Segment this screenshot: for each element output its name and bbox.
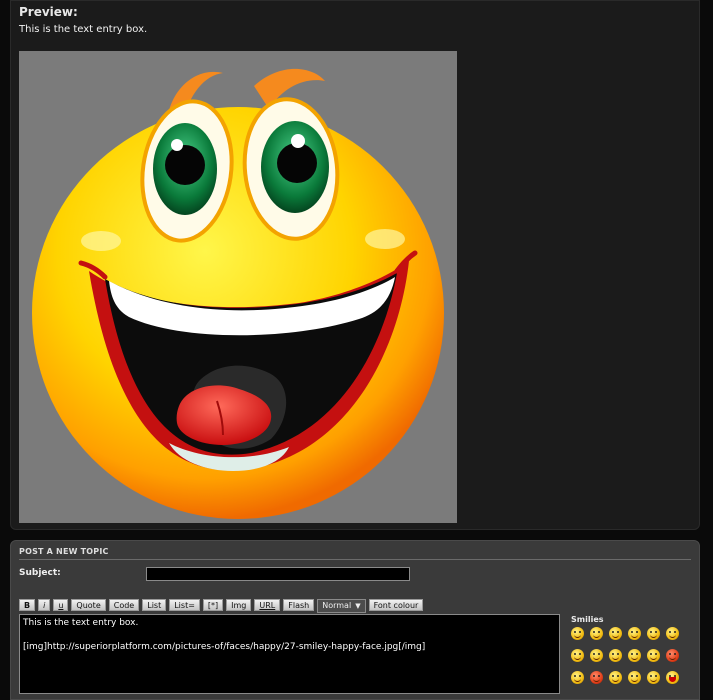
flash-button[interactable]: Flash — [283, 599, 315, 611]
smiley-icon[interactable] — [609, 649, 622, 662]
smiley-icon[interactable] — [647, 649, 660, 662]
code-button[interactable]: Code — [108, 599, 140, 611]
smiley-icon[interactable] — [628, 627, 641, 640]
preview-text: This is the text entry box. — [19, 24, 148, 35]
smilies-grid — [571, 627, 689, 684]
smiley-icon[interactable] — [628, 649, 641, 662]
italic-button[interactable]: i — [38, 599, 51, 611]
bold-button[interactable]: B — [19, 599, 36, 611]
img-button[interactable]: Img — [226, 599, 252, 611]
smiley-icon[interactable] — [666, 671, 679, 684]
smiley-icon[interactable] — [571, 671, 584, 684]
bbcode-toolbar: B i u Quote Code List List= [*] Img URL … — [19, 599, 424, 613]
post-topic-panel: POST A NEW TOPIC Subject: B i u Quote Co… — [10, 540, 700, 700]
underline-button[interactable]: u — [53, 599, 69, 611]
smiley-icon[interactable] — [590, 649, 603, 662]
smiley-icon[interactable] — [609, 627, 622, 640]
smiley-icon[interactable] — [571, 627, 584, 640]
smiley-icon[interactable] — [590, 671, 603, 684]
smiley-icon[interactable] — [647, 671, 660, 684]
list-button[interactable]: List — [142, 599, 167, 611]
font-colour-button[interactable]: Font colour — [368, 599, 424, 611]
smiley-face-icon — [19, 51, 457, 523]
list-item-button[interactable]: [*] — [202, 599, 224, 611]
url-button[interactable]: URL — [254, 599, 281, 611]
smiley-happy-face-image — [19, 51, 457, 523]
font-size-value: Normal — [322, 601, 352, 610]
subject-input[interactable] — [146, 567, 410, 581]
quote-button[interactable]: Quote — [71, 599, 106, 611]
subject-label: Subject: — [19, 568, 61, 578]
ordered-list-button[interactable]: List= — [169, 599, 200, 611]
font-size-select[interactable]: Normal ▼ — [317, 599, 366, 613]
smilies-title: Smilies — [571, 615, 604, 624]
smiley-icon[interactable] — [590, 627, 603, 640]
chevron-down-icon: ▼ — [355, 602, 361, 610]
editor-line: This is the text entry box. — [23, 618, 139, 628]
smiley-icon[interactable] — [666, 649, 679, 662]
smiley-icon[interactable] — [647, 627, 660, 640]
editor-line: [img]http://superiorplatform.com/picture… — [23, 642, 426, 652]
post-topic-header: POST A NEW TOPIC — [19, 547, 691, 560]
smiley-icon[interactable] — [609, 671, 622, 684]
smiley-icon[interactable] — [666, 627, 679, 640]
message-textarea[interactable]: This is the text entry box. [img]http://… — [19, 614, 560, 694]
preview-title: Preview: — [19, 5, 78, 19]
preview-panel: Preview: This is the text entry box. — [10, 0, 700, 530]
smiley-icon[interactable] — [571, 649, 584, 662]
smiley-icon[interactable] — [628, 671, 641, 684]
smilies-panel: Smilies — [571, 615, 689, 684]
